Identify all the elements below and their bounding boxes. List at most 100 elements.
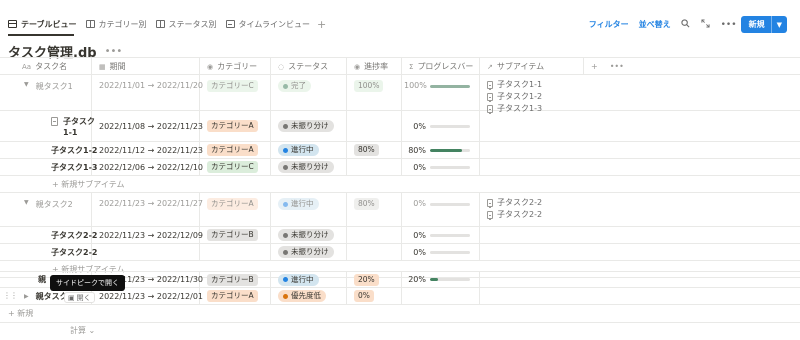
status-cell[interactable]: 進行中 (271, 193, 347, 226)
open-side-peek-button[interactable]: ▣ 開く (64, 292, 95, 303)
new-subitem-row[interactable]: + 新規サブアイテム (0, 176, 800, 193)
column-header-progress-bar[interactable]: Σ プログレスバー (402, 58, 480, 75)
progress-cell[interactable] (347, 227, 402, 243)
period-cell[interactable]: 2022/11/23 → 2022/11/27 (92, 193, 203, 226)
table-row[interactable]: 子タスク 1-1 2022/11/08 → 2022/11/23 カテゴリーA … (0, 111, 800, 142)
progress-cell[interactable]: 80% (347, 193, 402, 226)
add-property-plus-icon[interactable]: + (591, 62, 598, 71)
name-cell[interactable]: 子タスク2-2 (0, 227, 97, 243)
progress-cell[interactable] (347, 111, 402, 141)
column-header-category[interactable]: ◉ カテゴリー (200, 58, 271, 75)
table-row[interactable]: 子タスク1-2 2022/11/12 → 2022/11/23 カテゴリーA 進… (0, 142, 800, 159)
subitem-cell[interactable] (480, 244, 584, 260)
period-cell[interactable] (92, 244, 200, 260)
progress-cell[interactable]: 0% (347, 288, 402, 304)
column-header-subitem[interactable]: ↗ サブアイテム (480, 58, 584, 75)
chevron-right-icon[interactable]: ▶ (24, 293, 29, 300)
table-row[interactable]: 子タスク2-2 未振り分け 0% (0, 244, 800, 261)
period-cell[interactable]: 2022/11/01 → 2022/11/20 (92, 75, 203, 110)
subitem-link[interactable]: 子タスク2-2 (487, 209, 542, 220)
subitem-cell[interactable] (480, 227, 584, 243)
status-cell[interactable]: 完了 (271, 75, 347, 110)
subitem-cell[interactable]: 子タスク2-2 子タスク2-2 (480, 193, 584, 226)
category-cell[interactable]: カテゴリーA (200, 193, 271, 226)
page-icon (51, 117, 58, 126)
tab-by-status[interactable]: ステータス別 (155, 19, 217, 30)
tab-by-category[interactable]: カテゴリー別 (85, 19, 147, 30)
category-cell[interactable]: カテゴリーA (200, 288, 271, 304)
tab-timeline-view[interactable]: タイムラインビュー (225, 19, 310, 30)
tab-table-view[interactable]: テーブルビュー (8, 19, 77, 30)
table-row[interactable]: 子タスク2-2 2022/11/23 → 2022/12/09 カテゴリーB 未… (0, 227, 800, 244)
status-cell[interactable]: 進行中 (271, 142, 347, 158)
status-cell[interactable]: 未振り分け (271, 244, 347, 260)
period-cell[interactable]: 2022/11/08 → 2022/11/23 (92, 111, 204, 141)
status-cell[interactable]: 未振り分け (271, 227, 347, 243)
progress-cell[interactable]: 80% (347, 142, 402, 158)
period-cell[interactable]: 2022/11/23 → 2022/12/09 (92, 227, 203, 243)
table-row[interactable]: 子タスク1-3 2022/12/06 → 2022/12/10 カテゴリーC 未… (0, 159, 800, 176)
table-header: Aa タスク名 ▦ 期間 ◉ カテゴリー ◌ ステータス ◉ 進捗率 Σ プログ… (0, 57, 800, 75)
expand-icon[interactable] (701, 18, 711, 31)
name-cell[interactable]: ▼ 親タスク1 (0, 75, 92, 110)
category-cell[interactable] (200, 244, 271, 260)
column-header-status[interactable]: ◌ ステータス (271, 58, 347, 75)
column-header-name[interactable]: Aa タスク名 (0, 58, 92, 75)
status-cell[interactable]: 進行中 (271, 272, 347, 287)
subitem-cell[interactable] (480, 159, 584, 175)
calculate-button[interactable]: 計算 ⌄ (70, 325, 95, 336)
name-cell[interactable]: 子タスク2-2 (0, 244, 97, 260)
category-cell[interactable]: カテゴリーA (200, 111, 271, 141)
progress-bar-cell: 0% (402, 159, 480, 175)
status-badge: 進行中 (278, 273, 319, 286)
subitem-cell[interactable] (480, 272, 584, 287)
new-row-button[interactable]: + 新規 (0, 305, 800, 323)
category-cell[interactable]: カテゴリーC (200, 75, 271, 110)
filter-button[interactable]: フィルター (589, 19, 629, 30)
subitem-cell[interactable] (480, 288, 584, 304)
column-header-progress[interactable]: ◉ 進捗率 (347, 58, 402, 75)
subitem-link[interactable]: 子タスク1-1 (487, 79, 542, 90)
category-cell[interactable]: カテゴリーB (200, 227, 271, 243)
more-options-icon[interactable]: ••• (721, 20, 737, 30)
new-button-label: 新規 (748, 20, 765, 29)
drag-handle-icon[interactable]: ⋮⋮ (3, 291, 18, 300)
chevron-down-icon[interactable]: ▼ (24, 81, 29, 88)
new-button[interactable]: 新規 ▼ (740, 16, 787, 33)
column-header-period[interactable]: ▦ 期間 (92, 58, 200, 75)
name-cell[interactable]: 子タスク 1-1 (0, 111, 95, 141)
period-value: 2022/11/08 → 2022/11/23 (99, 121, 204, 131)
table-row[interactable]: ▼ 親タスク2 2022/11/23 → 2022/11/27 カテゴリーA 進… (0, 193, 800, 227)
progress-cell[interactable]: 100% (347, 75, 402, 110)
add-view-plus-icon[interactable]: + (317, 19, 326, 30)
sort-button[interactable]: 並べ替え (639, 19, 671, 30)
period-cell[interactable]: 2022/11/12 → 2022/11/23 (92, 142, 203, 158)
progress-cell[interactable] (347, 244, 402, 260)
subitem-cell[interactable] (480, 142, 584, 158)
header-more-icon[interactable]: ••• (610, 62, 624, 71)
progress-cell[interactable] (347, 159, 402, 175)
name-cell[interactable]: ▼ 親タスク2 (0, 193, 92, 226)
name-cell[interactable]: 子タスク1-3 (0, 159, 97, 175)
subitem-cell[interactable]: 子タスク1-1 子タスク1-2 子タスク1-3 (480, 75, 584, 114)
table-row[interactable]: ▼ 親タスク1 2022/11/01 → 2022/11/20 カテゴリーC 完… (0, 75, 800, 114)
category-tag: カテゴリーA (207, 290, 258, 302)
task-name: 親 (38, 275, 46, 284)
subitem-link[interactable]: 子タスク2-2 (487, 197, 542, 208)
category-cell[interactable]: カテゴリーB (200, 272, 271, 287)
chevron-down-icon[interactable]: ▼ (24, 199, 29, 206)
subitem-link[interactable]: 子タスク1-2 (487, 91, 542, 102)
new-subitem-button[interactable]: + 新規サブアイテム (52, 176, 124, 192)
subitem-cell[interactable] (480, 111, 584, 141)
progress-cell[interactable]: 20% (347, 272, 402, 287)
period-cell[interactable]: 2022/12/06 → 2022/12/10 (92, 159, 203, 175)
category-cell[interactable]: カテゴリーA (200, 142, 271, 158)
name-cell[interactable]: 子タスク1-2 (0, 142, 97, 158)
status-cell[interactable]: 未振り分け (271, 111, 347, 141)
title-more-icon[interactable]: ••• (105, 46, 123, 57)
category-cell[interactable]: カテゴリーC (200, 159, 271, 175)
chevron-down-icon[interactable]: ▼ (770, 16, 787, 33)
search-icon[interactable] (681, 18, 691, 31)
status-cell[interactable]: 未振り分け (271, 159, 347, 175)
status-cell[interactable]: 優先度低 (271, 288, 347, 304)
